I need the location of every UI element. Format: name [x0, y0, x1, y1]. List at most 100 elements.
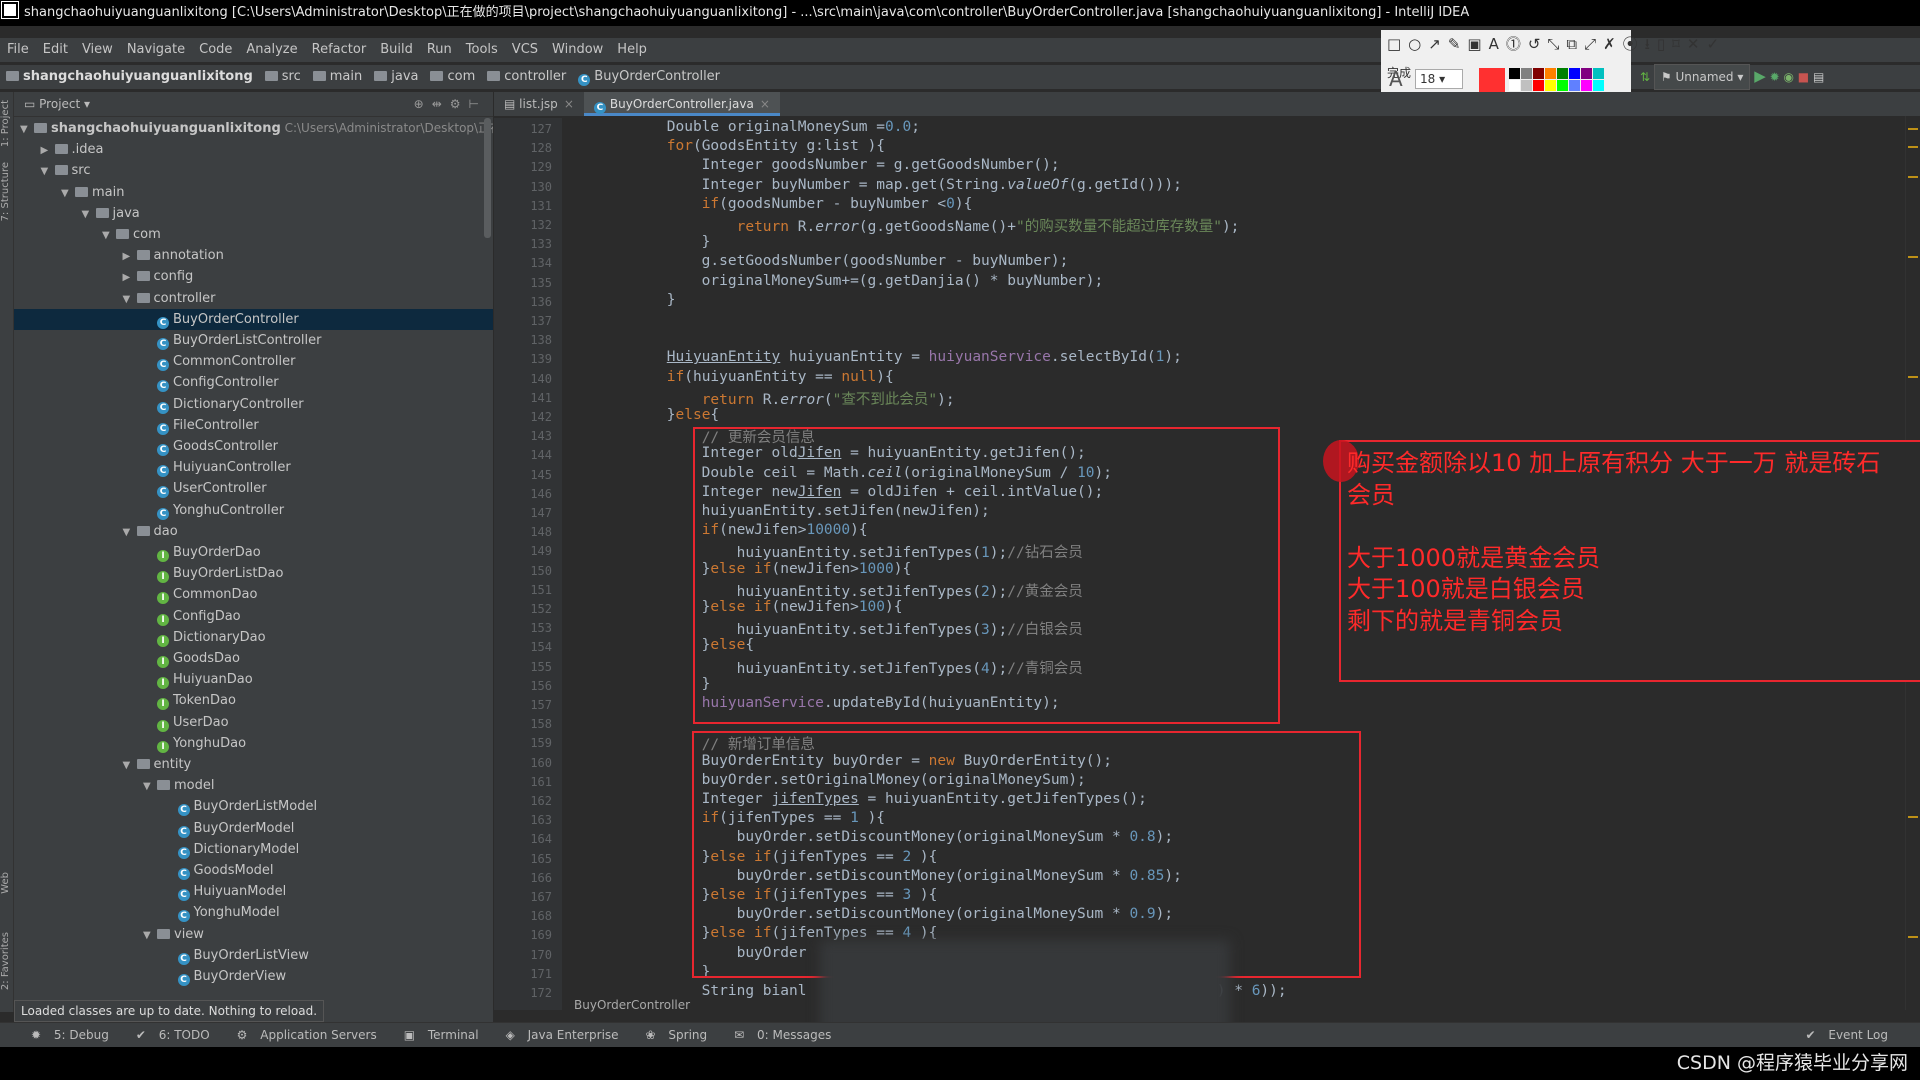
tree-file[interactable]: C YonghuController — [14, 500, 493, 521]
tree-file[interactable]: I TokenDao — [14, 690, 493, 711]
menu-item-refactor[interactable]: Refactor — [305, 42, 374, 57]
color-swatch[interactable] — [1569, 68, 1580, 79]
project-scrollbar[interactable] — [484, 118, 491, 238]
color-swatch[interactable] — [1521, 68, 1532, 79]
color-swatch[interactable] — [1569, 80, 1580, 91]
tree-file[interactable]: C BuyOrderController — [14, 308, 493, 330]
expanded-arrow-icon[interactable]: ▼ — [123, 522, 137, 543]
tool-tab-web[interactable]: Web — [0, 872, 13, 894]
menu-item-window[interactable]: Window — [545, 42, 610, 57]
code-line[interactable]: } — [562, 234, 711, 250]
tree-folder[interactable]: ▼ shangchaohuiyuanguanlixitong C:\Users\A… — [14, 118, 493, 139]
tree-file[interactable]: C BuyOrderModel — [14, 818, 493, 839]
project-panel-tools[interactable]: ⊕⇹⚙⊢ — [414, 92, 487, 116]
menu-item-edit[interactable]: Edit — [36, 42, 75, 57]
tool-window-6-todo[interactable]: ✔ 6: TODO — [118, 1028, 219, 1042]
tool-window-java-enterprise[interactable]: ◈ Java Enterprise — [488, 1028, 628, 1042]
warning-marker[interactable] — [1908, 936, 1918, 938]
tree-file[interactable]: C GoodsController — [14, 436, 493, 457]
color-swatch[interactable] — [1533, 80, 1544, 91]
code-line[interactable]: originalMoneySum+=(g.getDanjia() * buyNu… — [562, 273, 1104, 289]
tree-file[interactable]: C BuyOrderListController — [14, 330, 493, 351]
code-line[interactable]: if(huiyuanEntity == null){ — [562, 369, 894, 385]
color-swatch[interactable] — [1593, 68, 1604, 79]
code-line[interactable]: return R.error("查不到此会员"); — [562, 388, 955, 409]
menu-item-build[interactable]: Build — [373, 42, 420, 57]
tab-buyordercontroller-java[interactable]: C BuyOrderController.java × — [583, 92, 780, 116]
code-line[interactable]: Double originalMoneySum =0.0; — [562, 119, 920, 135]
current-color-swatch[interactable] — [1479, 68, 1505, 92]
tree-file[interactable]: C HuiyuanController — [14, 457, 493, 478]
collapsed-arrow-icon[interactable]: ▶ — [123, 246, 137, 267]
build-icon[interactable]: ⇅ — [1640, 70, 1650, 84]
tree-file[interactable]: C UserController — [14, 478, 493, 499]
close-icon[interactable]: × — [564, 97, 574, 111]
code-line[interactable]: if(goodsNumber - buyNumber <0){ — [562, 196, 973, 212]
tree-file[interactable]: I CommonDao — [14, 584, 493, 605]
code-line[interactable]: } — [562, 292, 676, 308]
tree-folder[interactable]: ▼ main — [14, 182, 493, 203]
tree-file[interactable]: I BuyOrderListDao — [14, 563, 493, 584]
code-line[interactable]: } — [562, 964, 711, 980]
expanded-arrow-icon[interactable]: ▼ — [143, 776, 157, 797]
expanded-arrow-icon[interactable]: ▼ — [41, 161, 55, 182]
color-swatch[interactable] — [1521, 80, 1532, 91]
color-swatch[interactable] — [1509, 68, 1520, 79]
tree-folder[interactable]: ▼ dao — [14, 521, 493, 542]
menu-item-file[interactable]: File — [0, 42, 36, 57]
tree-folder[interactable]: ▼ java — [14, 203, 493, 224]
tree-file[interactable]: C CommonController — [14, 351, 493, 372]
color-swatch[interactable] — [1557, 80, 1568, 91]
code-line[interactable]: for(GoodsEntity g:list ){ — [562, 138, 885, 154]
font-size-select[interactable]: 18 ▾ — [1415, 69, 1463, 89]
tree-file[interactable]: C BuyOrderView — [14, 966, 493, 987]
project-panel-title[interactable]: Project — [39, 97, 80, 111]
warning-marker[interactable] — [1908, 816, 1918, 818]
tree-folder[interactable]: ▶ annotation — [14, 245, 493, 266]
code-line[interactable]: Integer buyNumber = map.get(String.value… — [562, 177, 1182, 193]
color-swatch[interactable] — [1593, 80, 1604, 91]
collapsed-arrow-icon[interactable]: ▶ — [123, 267, 137, 288]
tool-window-terminal[interactable]: ▣ Terminal — [386, 1028, 488, 1042]
tree-file[interactable]: I GoodsDao — [14, 648, 493, 669]
breadcrumb-item[interactable]: java — [368, 65, 424, 89]
warning-marker[interactable] — [1908, 146, 1918, 148]
menu-item-tools[interactable]: Tools — [459, 42, 505, 57]
event-log-button[interactable]: ✔ Event Log — [1797, 1023, 1907, 1047]
code-line[interactable]: g.setGoodsNumber(goodsNumber - buyNumber… — [562, 253, 1069, 269]
tool-window-spring[interactable]: ❀ Spring — [628, 1028, 717, 1042]
menu-item-view[interactable]: View — [75, 42, 120, 57]
tree-folder[interactable]: ▼ src — [14, 160, 493, 181]
run-icon[interactable]: ▶ — [1754, 67, 1766, 85]
breadcrumb-item[interactable]: controller — [481, 65, 572, 89]
annotation-tools-row[interactable]: □○↗✎▣A⓵↺⤡⧉⤢✗⦿⭳▯⌑✕✓完成 — [1381, 30, 1719, 80]
tree-folder[interactable]: ▼ view — [14, 924, 493, 945]
code-line[interactable]: } — [562, 676, 711, 692]
breadcrumb-item[interactable]: com — [424, 65, 481, 89]
warning-marker[interactable] — [1908, 128, 1918, 130]
tree-folder[interactable]: ▼ com — [14, 224, 493, 245]
tree-folder[interactable]: ▶ config — [14, 266, 493, 287]
code-line[interactable]: HuiyuanEntity huiyuanEntity = huiyuanSer… — [562, 349, 1182, 365]
tree-file[interactable]: C ConfigController — [14, 372, 493, 393]
tree-folder[interactable]: ▼ entity — [14, 754, 493, 775]
tree-file[interactable]: C BuyOrderListModel — [14, 796, 493, 817]
breadcrumb-item[interactable]: src — [259, 65, 307, 89]
tree-file[interactable]: C FileController — [14, 415, 493, 436]
editor-breadcrumb[interactable]: BuyOrderController — [574, 998, 690, 1012]
expanded-arrow-icon[interactable]: ▼ — [143, 925, 157, 946]
expanded-arrow-icon[interactable]: ▼ — [102, 225, 116, 246]
tree-file[interactable]: I ConfigDao — [14, 606, 493, 627]
warning-marker[interactable] — [1908, 176, 1918, 178]
warning-marker[interactable] — [1908, 376, 1918, 378]
color-swatch[interactable] — [1557, 68, 1568, 79]
tool-tab-1-project[interactable]: 1: Project — [0, 100, 13, 147]
expanded-arrow-icon[interactable]: ▼ — [123, 289, 137, 310]
breadcrumb-item[interactable]: C BuyOrderController — [572, 65, 726, 89]
tree-file[interactable]: C BuyOrderListView — [14, 945, 493, 966]
tree-folder[interactable]: ▶ .idea — [14, 139, 493, 160]
tool-tab-7-structure[interactable]: 7: Structure — [0, 162, 13, 221]
tree-file[interactable]: C DictionaryController — [14, 394, 493, 415]
expanded-arrow-icon[interactable]: ▼ — [20, 119, 34, 140]
color-swatch[interactable] — [1581, 68, 1592, 79]
